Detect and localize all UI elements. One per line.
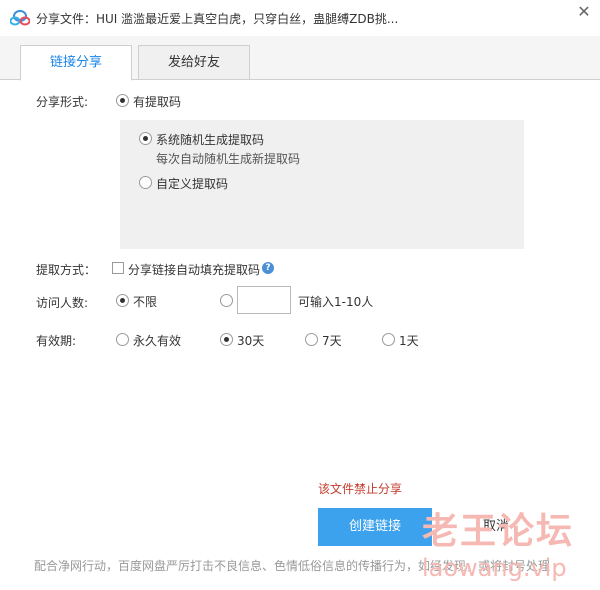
baidu-netdisk-logo-icon [10, 10, 30, 26]
visitor-count-label: 访问人数: [36, 296, 89, 310]
visitor-count-hint: 可输入1-10人 [298, 295, 374, 309]
validity-forever-label: 永久有效 [133, 334, 182, 348]
custom-code-label: 自定义提取码 [156, 177, 229, 191]
close-icon: ✕ [577, 2, 591, 21]
tab-send-to-friend[interactable]: 发给好友 [138, 45, 250, 80]
validity-30d-label: 30天 [237, 334, 265, 348]
visitors-custom-radio[interactable] [220, 294, 233, 307]
window-title: 分享文件：HUI 滥滥最近爱上真空白虎，只穿白丝，蛊腿缚ZDB挑... [36, 12, 399, 26]
create-link-button[interactable]: 创建链接 [318, 508, 432, 546]
random-code-label: 系统随机生成提取码 [156, 133, 265, 147]
validity-1d-label: 1天 [399, 334, 419, 348]
validity-forever-radio[interactable] [116, 333, 129, 346]
auto-fill-code-label: 分享链接自动填充提取码 [128, 263, 261, 277]
help-icon[interactable]: ? [262, 262, 274, 274]
custom-code-radio[interactable] [139, 176, 152, 189]
extract-method-label: 提取方式： [36, 263, 97, 277]
visitors-unlimited-label: 不限 [133, 295, 158, 309]
validity-1d-radio[interactable] [382, 333, 395, 346]
validity-7d-radio[interactable] [305, 333, 318, 346]
random-code-hint: 每次自动随机生成新提取码 [156, 152, 301, 166]
visitors-unlimited-radio[interactable] [116, 294, 129, 307]
validity-label: 有效期: [36, 334, 77, 348]
share-form-option-label: 有提取码 [133, 95, 182, 109]
share-form-label: 分享形式: [36, 95, 89, 109]
close-button[interactable]: ✕ [572, 2, 596, 22]
auto-fill-code-checkbox[interactable] [112, 262, 124, 274]
tab-link-share[interactable]: 链接分享 [20, 45, 132, 81]
share-form-radio-with-code[interactable] [116, 94, 129, 107]
validity-7d-label: 7天 [322, 334, 342, 348]
validity-30d-radio[interactable] [220, 333, 233, 346]
random-code-radio[interactable] [139, 132, 152, 145]
title-bar: 分享文件：HUI 滥滥最近爱上真空白虎，只穿白丝，蛊腿缚ZDB挑... ✕ [0, 0, 600, 36]
share-forbidden-warning: 该文件禁止分享 [318, 482, 403, 496]
visitor-count-input[interactable] [237, 286, 291, 314]
footer-notice: 配合净网行动，百度网盘严厉打击不良信息、色情低俗信息的传播行为，如经发现，或将封… [34, 559, 551, 573]
cancel-button[interactable]: 取消 [440, 508, 552, 546]
